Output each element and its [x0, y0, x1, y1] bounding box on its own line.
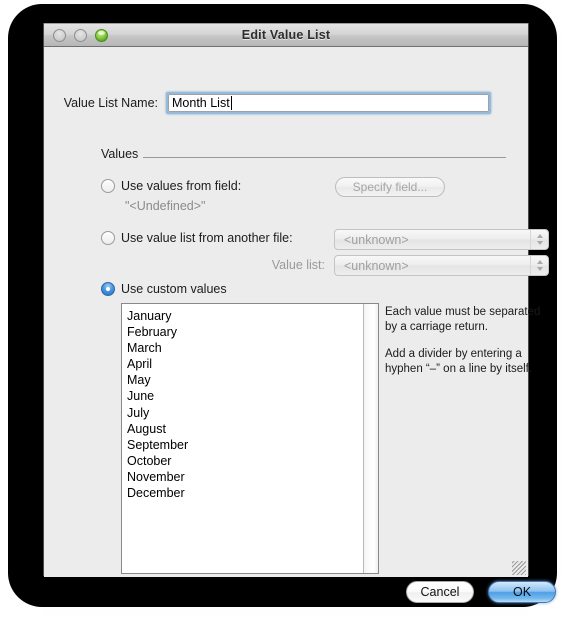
close-button[interactable]: [53, 28, 66, 42]
radio-use-values-from-field[interactable]: Use values from field:: [101, 179, 241, 193]
chevron-up-icon: [536, 234, 543, 238]
value-list-popup-stepper-icon: [530, 256, 548, 275]
value-list-popup-value: <unknown>: [344, 258, 409, 273]
cancel-button[interactable]: Cancel: [406, 581, 474, 603]
custom-values-list[interactable]: January February March April May June July Augu…: [122, 304, 363, 573]
custom-values-scrollbar[interactable]: [363, 304, 378, 573]
value-list-name-row: Value List Name: Month List: [44, 92, 528, 114]
radio-indicator-on-icon: [101, 282, 115, 296]
radio-label-use-value-list-from-file: Use value list from another file:: [121, 231, 293, 245]
custom-value-line: December: [127, 486, 185, 501]
file-popup-value: <unknown>: [344, 232, 409, 247]
custom-value-line: May: [127, 373, 151, 388]
radio-use-custom-values[interactable]: Use custom values: [101, 282, 227, 296]
chevron-down-icon: [536, 241, 543, 245]
value-list-name-field-inner[interactable]: Month List: [168, 94, 489, 112]
value-list-name-value: Month List: [172, 96, 230, 110]
resize-grip[interactable]: [512, 561, 526, 575]
help-paragraph-1: Each value must be separated by a carria…: [385, 306, 541, 333]
radio-label-use-values-from-field: Use values from field:: [121, 179, 242, 193]
value-list-name-field[interactable]: Month List: [166, 92, 491, 114]
radio-indicator-off-icon: [101, 231, 115, 245]
window-controls: [53, 28, 108, 42]
custom-value-line: June: [127, 389, 155, 404]
text-caret: [230, 96, 232, 110]
window-title: Edit Value List: [241, 28, 331, 42]
value-list-sub-label: Value list:: [271, 258, 325, 272]
edit-value-list-window: Edit Value List Value List Name: Month L…: [43, 23, 556, 603]
custom-value-line: October: [127, 453, 172, 468]
custom-value-line: February: [127, 325, 178, 340]
chevron-down-icon: [536, 267, 543, 271]
radio-label-use-custom-values: Use custom values: [121, 282, 227, 296]
dialog-content: Value List Name: Month List Values Use v…: [44, 47, 556, 603]
ok-button[interactable]: OK: [488, 581, 556, 603]
custom-values-textarea[interactable]: January February March April May June July Augu…: [121, 303, 379, 574]
file-popup-stepper-icon: [530, 230, 548, 249]
values-group-label: Values: [101, 147, 144, 161]
undefined-field-text: "<Undefined>": [125, 199, 206, 213]
radio-use-value-list-from-file[interactable]: Use value list from another file:: [101, 231, 293, 245]
custom-value-line: November: [127, 469, 185, 484]
custom-value-line: January: [127, 309, 172, 323]
custom-value-line: April: [127, 357, 153, 372]
help-paragraph-2: Add a divider by entering a hyphen “–” o…: [385, 348, 533, 375]
radio-indicator-off-icon: [101, 179, 115, 193]
value-list-popup-menu[interactable]: <unknown>: [334, 255, 549, 276]
custom-value-line: July: [127, 405, 150, 420]
window-titlebar[interactable]: Edit Value List: [44, 23, 528, 47]
value-list-name-label: Value List Name:: [63, 96, 158, 110]
zoom-button[interactable]: [95, 28, 108, 42]
chevron-up-icon: [536, 260, 543, 264]
specify-field-button[interactable]: Specify field...: [335, 177, 445, 197]
custom-value-line: August: [127, 421, 166, 436]
minimize-button[interactable]: [74, 28, 87, 42]
file-popup-menu[interactable]: <unknown>: [334, 229, 549, 250]
help-text: Each value must be separated by a carria…: [385, 305, 555, 376]
custom-value-line: March: [127, 341, 162, 356]
custom-value-line: September: [127, 437, 189, 452]
values-group-rule: [101, 157, 506, 158]
